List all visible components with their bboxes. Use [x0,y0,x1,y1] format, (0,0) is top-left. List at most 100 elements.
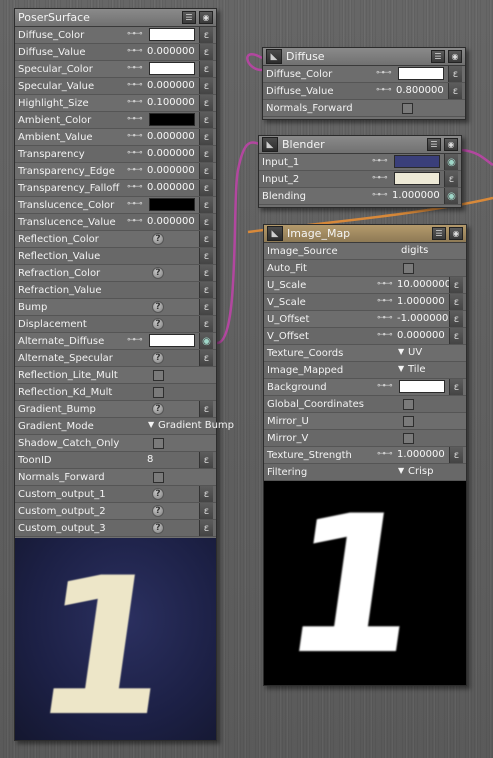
checkbox[interactable] [402,103,413,114]
input-socket-icon[interactable]: ε [448,66,462,82]
help-icon[interactable]: ? [152,522,164,534]
value-field[interactable]: 1.000000 [397,449,445,460]
link-plug-icon[interactable]: ⊶⊸ [127,148,143,158]
param-gradient-mode[interactable]: Gradient_Mode ▼ Gradient Bump [15,418,234,435]
checkbox[interactable] [153,370,164,381]
value-field[interactable]: 0.100000 [147,97,195,108]
color-swatch[interactable] [149,334,195,347]
input-socket-icon[interactable]: ε [199,197,213,213]
param-image-mapped[interactable]: Image_Mapped ▼ Tile [264,362,466,379]
help-icon[interactable]: ? [152,488,164,500]
menu-icon[interactable]: ☰ [431,50,445,63]
link-plug-icon[interactable]: ⊶⊸ [127,165,143,175]
help-icon[interactable]: ? [152,233,164,245]
param-u-offset[interactable]: U_Offset ⊶⊸ -1.000000 ε [264,311,466,328]
link-plug-icon[interactable]: ⊶⊸ [127,63,143,73]
value-field[interactable]: 0.000000 [147,148,195,159]
dropdown-value[interactable]: Crisp [408,466,433,477]
value-field[interactable]: 0.000000 [147,182,195,193]
chevron-down-icon[interactable]: ▼ [398,347,404,356]
param-input-1[interactable]: Input_1 ⊶⊸ ◉ [259,154,461,171]
input-socket-icon[interactable]: ε [199,282,213,298]
poser-surface-node[interactable]: PoserSurface ☰ ◉ Diffuse_Color ⊶⊸ ε Diffuse… [14,8,234,741]
param-refraction-color[interactable]: Refraction_Color? ε [15,265,216,282]
input-socket-icon[interactable]: ε [199,350,213,366]
value-field[interactable]: 0.800000 [396,85,444,96]
menu-icon[interactable]: ☰ [432,227,446,240]
color-swatch[interactable] [398,67,444,80]
link-plug-icon[interactable]: ⊶⊸ [377,279,393,289]
link-plug-icon[interactable]: ⊶⊸ [127,182,143,192]
linked-input-socket-icon[interactable]: ◉ [444,188,458,204]
param-global-coordinates[interactable]: Global_Coordinates [264,396,466,413]
param-ambient-color[interactable]: Ambient_Color ⊶⊸ ε [15,112,216,129]
link-plug-icon[interactable]: ⊶⊸ [127,29,143,39]
eye-icon[interactable]: ◉ [199,11,213,24]
chevron-down-icon[interactable]: ▼ [398,364,404,373]
color-swatch[interactable] [149,62,195,75]
help-icon[interactable]: ? [152,352,164,364]
input-socket-icon[interactable]: ε [199,146,213,162]
dropdown-value[interactable]: Gradient Bump [158,420,234,431]
help-icon[interactable]: ? [152,505,164,517]
param-image-source[interactable]: Image_Source digits [264,243,466,260]
param-blending[interactable]: Blending ⊶⊸ 1.000000 ◉ [259,188,461,205]
eye-icon[interactable]: ◉ [448,50,462,63]
param-background[interactable]: Background ⊶⊸ ε [264,379,466,396]
input-socket-icon[interactable]: ε [449,311,463,327]
param-texture-strength[interactable]: Texture_Strength ⊶⊸ 1.000000 ε [264,447,466,464]
param-diffuse-value[interactable]: Diffuse_Value ⊶⊸ 0.800000 ε [263,83,465,100]
value-field[interactable]: 0.000000 [147,216,195,227]
input-socket-icon[interactable]: ε [199,95,213,111]
help-icon[interactable]: ? [152,267,164,279]
link-plug-icon[interactable]: ⊶⊸ [127,199,143,209]
param-transparency[interactable]: Transparency ⊶⊸ 0.000000 ε [15,146,216,163]
param-reflection-value[interactable]: Reflection_Value ε [15,248,216,265]
checkbox[interactable] [153,472,164,483]
linked-input-socket-icon[interactable]: ◉ [444,154,458,170]
input-socket-icon[interactable]: ε [199,452,213,468]
param-custom-output-2[interactable]: Custom_output_2? ε [15,503,216,520]
input-socket-icon[interactable]: ε [449,294,463,310]
param-shadow-catch-only[interactable]: Shadow_Catch_Only [15,435,216,452]
link-plug-icon[interactable]: ⊶⊸ [377,449,393,459]
link-plug-icon[interactable]: ⊶⊸ [127,216,143,226]
link-plug-icon[interactable]: ⊶⊸ [372,156,388,166]
checkbox[interactable] [153,438,164,449]
image-map-node[interactable]: ◣ Image_Map ☰ ◉ Image_Source digits Auto_F… [263,224,467,686]
input-socket-icon[interactable]: ε [449,328,463,344]
input-socket-icon[interactable]: ε [199,520,213,536]
value-field[interactable]: 0.000000 [147,80,195,91]
input-socket-icon[interactable]: ε [199,214,213,230]
param-specular-value[interactable]: Specular_Value ⊶⊸ 0.000000 ε [15,78,216,95]
param-alternate-diffuse[interactable]: Alternate_Diffuse ⊶⊸ ◉ [15,333,216,350]
param-reflection-kd-mult[interactable]: Reflection_Kd_Mult [15,384,216,401]
value-field[interactable]: -1.000000 [397,313,448,324]
link-plug-icon[interactable]: ⊶⊸ [127,335,143,345]
diffuse-node[interactable]: ◣ Diffuse ☰ ◉ Diffuse_Color ⊶⊸ ε Diffuse_Va… [262,47,466,120]
checkbox[interactable] [153,387,164,398]
param-translucence-color[interactable]: Translucence_Color ⊶⊸ ε [15,197,216,214]
input-socket-icon[interactable]: ε [448,83,462,99]
input-socket-icon[interactable]: ε [199,248,213,264]
input-socket-icon[interactable]: ε [199,61,213,77]
color-swatch[interactable] [394,172,440,185]
chevron-down-icon[interactable]: ▼ [148,420,154,429]
color-swatch[interactable] [149,28,195,41]
input-socket-icon[interactable]: ε [199,27,213,43]
checkbox[interactable] [403,433,414,444]
param-texture-coords[interactable]: Texture_Coords ▼ UV [264,345,466,362]
value-field[interactable]: 0.000000 [147,131,195,142]
input-socket-icon[interactable]: ε [199,486,213,502]
param-bump[interactable]: Bump? ε [15,299,216,316]
link-plug-icon[interactable]: ⊶⊸ [377,296,393,306]
link-plug-icon[interactable]: ⊶⊸ [377,381,393,391]
input-socket-icon[interactable]: ε [199,180,213,196]
param-transparency-edge[interactable]: Transparency_Edge ⊶⊸ 0.000000 ε [15,163,216,180]
link-plug-icon[interactable]: ⊶⊸ [376,68,392,78]
input-socket-icon[interactable]: ε [199,44,213,60]
param-alternate-specular[interactable]: Alternate_Specular? ε [15,350,216,367]
value-field[interactable]: 1.000000 [392,190,440,201]
help-icon[interactable]: ? [152,318,164,330]
link-plug-icon[interactable]: ⊶⊸ [127,114,143,124]
